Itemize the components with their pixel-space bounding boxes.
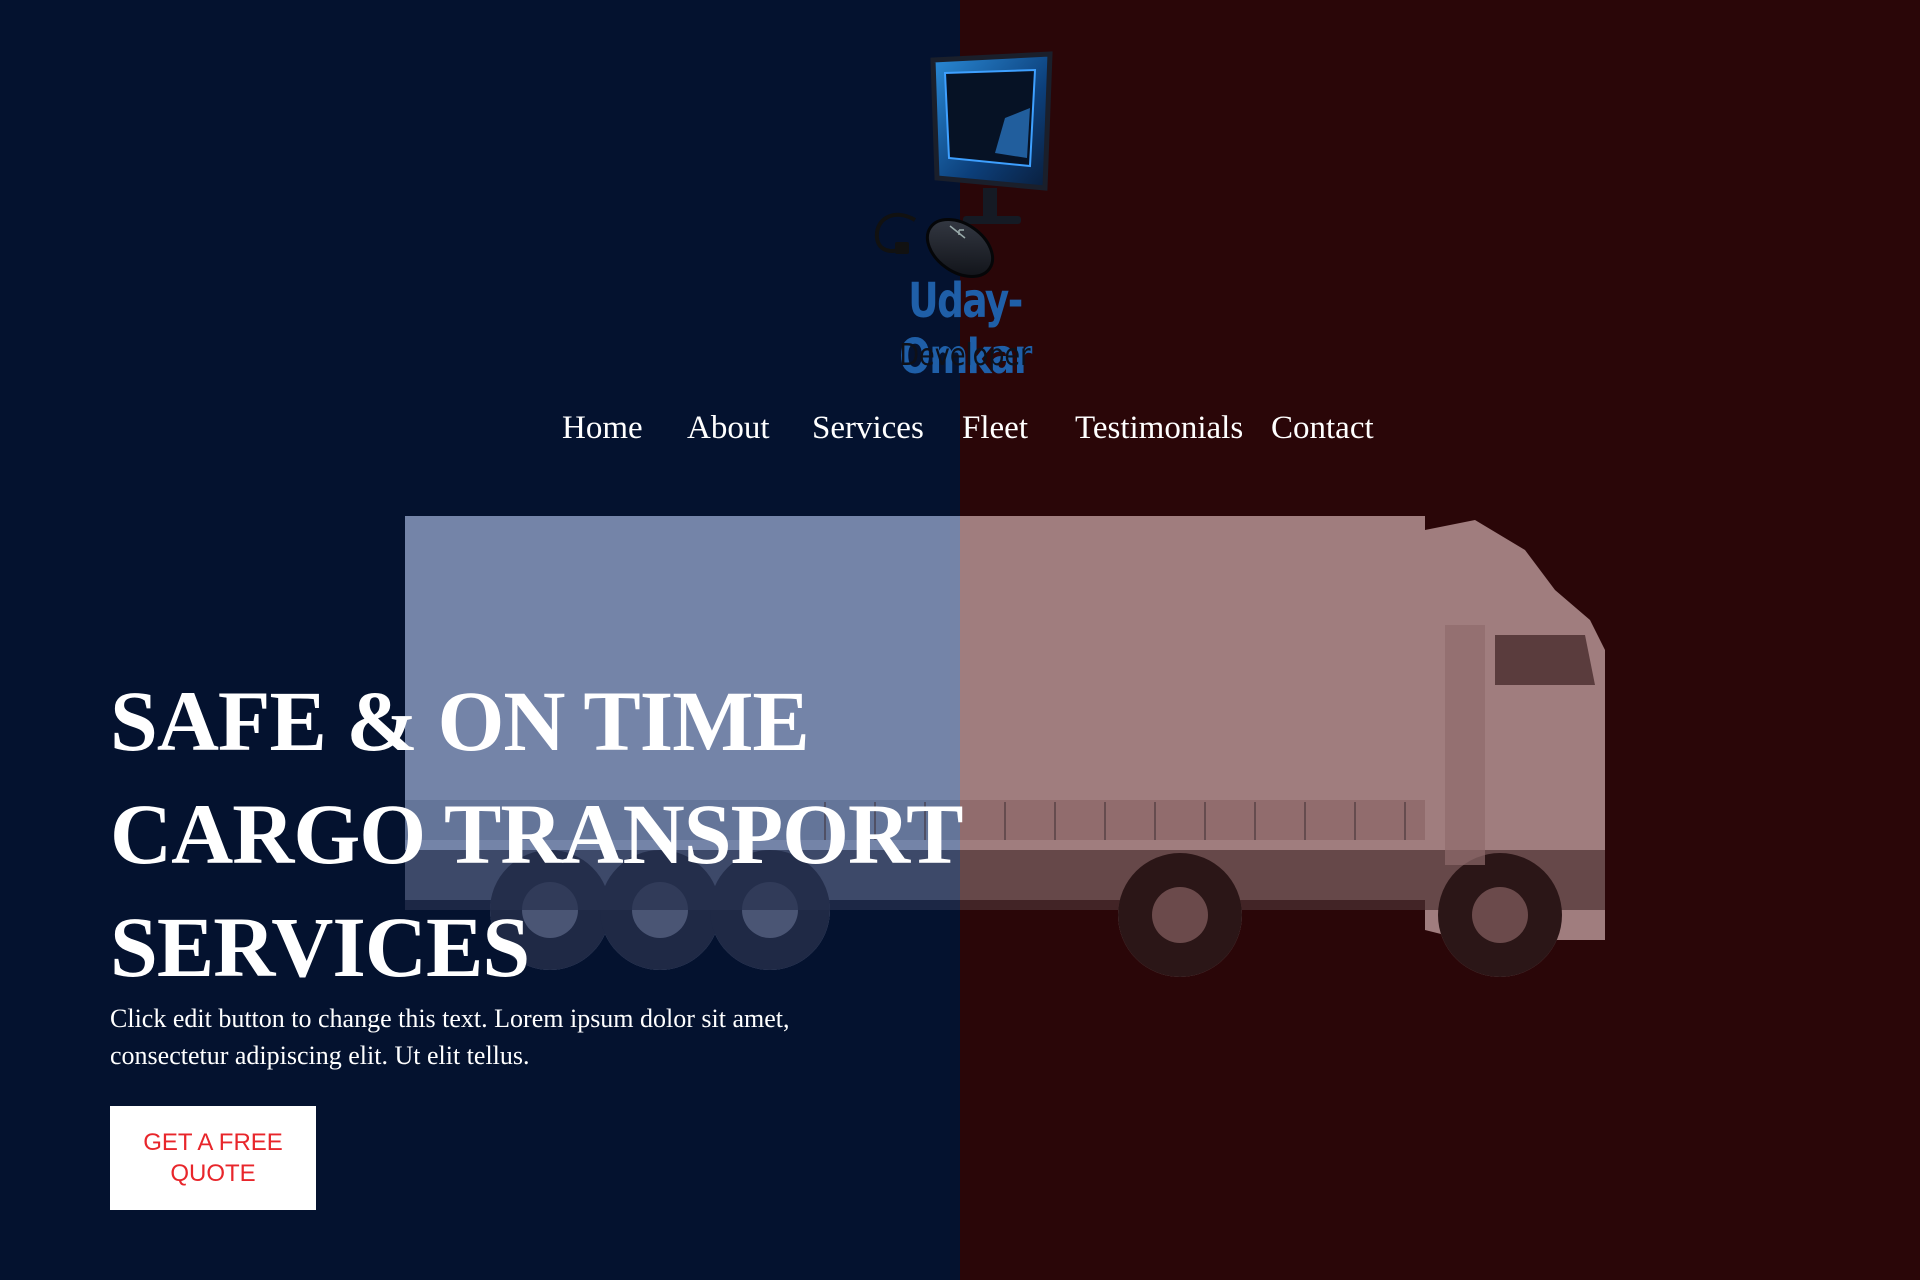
nav-item-about[interactable]: About [687,410,770,447]
nav-item-fleet[interactable]: Fleet [962,410,1028,447]
get-free-quote-button[interactable]: GET A FREE QUOTE [110,1106,316,1210]
brand-tagline: Developer [899,338,1031,373]
hero-title-line-3: SERVICES [110,899,530,995]
site-logo[interactable]: Uday-Omkar Developer [855,48,1075,385]
nav-item-contact[interactable]: Contact [1271,410,1374,447]
hero-title: SAFE & ON TIME CARGO TRANSPORT SERVICES [110,665,1010,1004]
hero-subtitle: Click edit button to change this text. L… [110,1004,790,1070]
nav-item-testimonials[interactable]: Testimonials [1075,410,1243,447]
hero-title-line-2: CARGO TRANSPORT [110,786,963,882]
nav-item-services[interactable]: Services [812,410,924,447]
hero-title-line-1: SAFE & ON TIME [110,673,810,769]
nav-item-home[interactable]: Home [562,410,643,447]
get-free-quote-label: GET A FREE QUOTE [143,1129,283,1187]
computer-logo-icon [874,51,1053,278]
main-navigation: Home About Services Fleet Testimonials C… [0,410,1920,460]
